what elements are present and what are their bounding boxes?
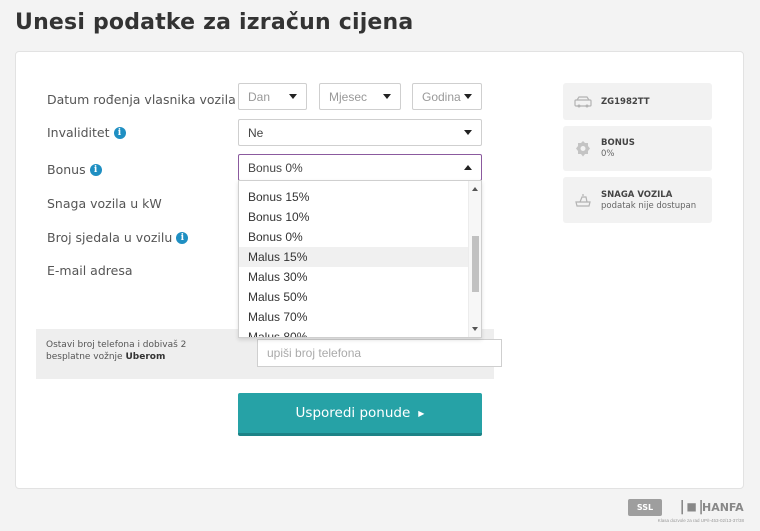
car-icon [573,95,593,108]
chevron-down-icon [464,130,472,135]
power-label-text: Snaga vozila u kW [47,196,162,211]
day-select[interactable]: Dan [238,83,307,110]
dropdown-option[interactable]: Bonus 0% [239,227,470,247]
badge-icon [573,140,593,158]
day-select-value: Dan [248,89,271,104]
bonus-select[interactable]: Bonus 0% [238,154,482,181]
summary-bonus-title: BONUS [601,138,635,148]
footer-logos: SSL |■| HANFA Klasa dozvole za rad UP/I-… [622,497,744,527]
year-select-value: Godina [422,89,461,104]
dropdown-option[interactable]: Malus 15% [239,247,470,267]
bonus-label-text: Bonus [47,162,86,177]
month-select[interactable]: Mjesec [319,83,401,110]
dropdown-option[interactable]: Malus 80% [239,327,470,337]
birthdate-label-text: Datum rođenja vlasnika vozila [47,92,236,107]
engine-icon [573,192,593,208]
form-card: Datum rođenja vlasnika vozila i Dan Mjes… [15,51,744,489]
disability-label: Invaliditet i [47,125,126,140]
summary-card-power: SNAGA VOZILA podatak nije dostupan [563,177,712,223]
info-icon[interactable]: i [89,163,102,176]
power-label: Snaga vozila u kW [47,196,162,211]
scroll-down-icon[interactable] [472,327,478,331]
disability-label-text: Invaliditet [47,125,110,140]
chevron-up-icon [464,165,472,170]
bonus-dropdown[interactable]: Bonus 20%Bonus 15%Bonus 10%Bonus 0%Malus… [238,180,482,338]
compare-offers-label: Usporedi ponude [295,405,411,421]
scrollbar[interactable] [468,181,481,337]
disability-select-value: Ne [248,125,264,140]
dropdown-option[interactable]: Bonus 15% [239,187,470,207]
summary-power-title: SNAGA VOZILA [601,189,673,200]
summary-card-plate: ZG1982TT [563,83,712,120]
summary-plate-title: ZG1982TT [601,96,650,107]
triangle-right-icon: ▶ [418,408,425,418]
email-label-text: E-mail adresa [47,263,133,278]
year-select[interactable]: Godina [412,83,482,110]
ssl-badge: SSL [628,499,662,516]
hanfa-label: HANFA [702,501,744,514]
bonus-dropdown-list: Bonus 20%Bonus 15%Bonus 10%Bonus 0%Malus… [239,181,470,337]
info-icon[interactable]: i [176,231,189,244]
chevron-down-icon [383,94,391,99]
dropdown-option[interactable]: Malus 50% [239,287,470,307]
summary-bonus-value: 0% [601,149,615,159]
month-select-value: Mjesec [329,89,368,104]
scroll-up-icon[interactable] [472,187,478,191]
phone-input[interactable]: upiši broj telefona [257,339,502,367]
summary-power-value: podatak nije dostupan [601,200,697,211]
seats-label: Broj sjedala u vozilu i [47,230,189,245]
disability-select[interactable]: Ne [238,119,482,146]
chevron-down-icon [289,94,297,99]
email-label: E-mail adresa [47,263,133,278]
seats-label-text: Broj sjedala u vozilu [47,230,173,245]
dropdown-option[interactable]: Malus 30% [239,267,470,287]
chevron-down-icon [464,94,472,99]
bonus-select-value: Bonus 0% [248,160,303,175]
dropdown-option[interactable]: Bonus 20% [239,181,470,187]
summary-card-bonus: BONUS 0% [563,126,712,171]
compare-offers-button[interactable]: Usporedi ponude ▶ [238,393,482,436]
info-icon[interactable]: i [113,126,126,139]
uber-promo-text: Ostavi broj telefona i dobivaš 2 besplat… [46,339,221,363]
phone-input-placeholder: upiši broj telefona [267,346,362,360]
uber-brand: Uberom [125,352,166,362]
ssl-label: SSL [636,503,654,512]
bonus-label: Bonus i [47,162,102,177]
dropdown-option[interactable]: Malus 70% [239,307,470,327]
birthdate-label: Datum rođenja vlasnika vozila i [47,92,252,107]
dropdown-option[interactable]: Bonus 10% [239,207,470,227]
page-title: Unesi podatke za izračun cijena [15,10,414,35]
licence-text: Klasa dozvole za rad UP/I-453-02/13-37/3… [657,518,744,523]
scrollbar-thumb[interactable] [472,236,479,292]
